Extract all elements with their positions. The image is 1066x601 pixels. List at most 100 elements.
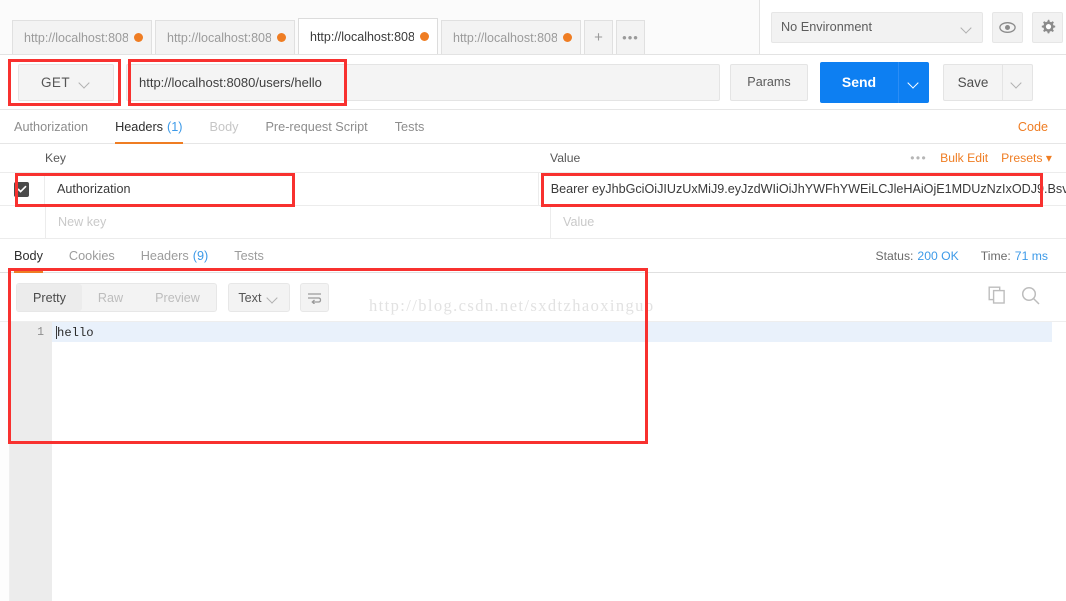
- search-icon: [1021, 286, 1040, 305]
- header-enabled-checkbox[interactable]: [14, 181, 30, 197]
- request-config-tabs: Authorization Headers (1) Body Pre-reque…: [0, 110, 1066, 144]
- headers-table-header: Key Value ••• Bulk Edit Presets ▾: [0, 144, 1066, 173]
- tab-label: Authorization: [14, 119, 89, 134]
- unsaved-dot-icon[interactable]: [134, 33, 143, 42]
- tab-count: (9): [192, 249, 209, 263]
- environment-bar: No Environment: [760, 0, 1066, 55]
- chevron-down-icon: [962, 24, 973, 31]
- tab-label: Pre-request Script: [265, 119, 368, 134]
- chevron-down-icon: [1012, 79, 1023, 86]
- response-tab-headers[interactable]: Headers (9): [141, 240, 208, 273]
- unsaved-dot-icon[interactable]: [420, 32, 429, 41]
- more-options-icon[interactable]: •••: [910, 151, 927, 165]
- response-format-select[interactable]: Text: [227, 283, 290, 312]
- view-preview-button[interactable]: Preview: [139, 284, 216, 311]
- request-tab-label: http://localhost:808: [24, 30, 128, 45]
- header-value-input[interactable]: Bearer eyJhbGciOiJIUzUxMiJ9.eyJzdWIiOiJh…: [537, 173, 1066, 205]
- request-tab-4[interactable]: http://localhost:808: [441, 20, 581, 54]
- code-link[interactable]: Code: [1018, 120, 1048, 134]
- response-actions: [988, 286, 1040, 310]
- tab-authorization[interactable]: Authorization: [14, 110, 88, 144]
- tab-body[interactable]: Body: [210, 110, 239, 144]
- word-wrap-button[interactable]: [299, 283, 329, 312]
- line-number-gutter: [10, 322, 52, 601]
- tab-tests[interactable]: Tests: [395, 110, 425, 144]
- word-wrap-icon: [307, 292, 322, 304]
- tab-label: Cookies: [68, 249, 115, 263]
- request-tab-3-active[interactable]: http://localhost:808: [298, 18, 438, 54]
- header-row-checkbox-cell: [0, 173, 44, 205]
- environment-quick-look-button[interactable]: [992, 11, 1023, 43]
- value-column-header: Value: [550, 151, 581, 165]
- request-tab-label: http://localhost:808: [310, 29, 414, 44]
- eye-icon: [999, 21, 1016, 33]
- response-view-segmented-control: Pretty Raw Preview: [16, 283, 217, 312]
- bulk-edit-link[interactable]: Bulk Edit: [940, 151, 988, 165]
- request-tab-2[interactable]: http://localhost:808: [155, 20, 295, 54]
- send-button[interactable]: Send: [820, 61, 898, 103]
- settings-button[interactable]: [1032, 11, 1063, 43]
- key-column-header: Key: [45, 151, 67, 165]
- http-method-label: GET: [41, 74, 70, 90]
- request-tab-label: http://localhost:808: [167, 30, 271, 45]
- status-badge: Status: 200 OK: [875, 249, 958, 263]
- postman-window: http://localhost:808 http://localhost:80…: [0, 0, 1066, 601]
- response-format-label: Text: [238, 290, 262, 305]
- time-label: Time:: [980, 249, 1011, 263]
- response-meta: Status: 200 OK Time: 71 ms: [875, 249, 1048, 263]
- request-tab-label: http://localhost:808: [453, 30, 557, 45]
- line-number: 1: [37, 326, 44, 339]
- watermark-text: http://blog.csdn.net/sxdtzhaoxinguo: [369, 296, 655, 315]
- request-tab-bar: http://localhost:808 http://localhost:80…: [0, 0, 760, 55]
- http-method-select[interactable]: GET: [18, 63, 114, 101]
- new-tab-button[interactable]: +: [584, 20, 613, 54]
- copy-icon: [988, 286, 1005, 304]
- search-button[interactable]: [1021, 286, 1040, 310]
- save-options-button[interactable]: [1003, 63, 1033, 101]
- chevron-down-icon: [80, 79, 91, 86]
- tab-label: Tests: [234, 249, 264, 263]
- gear-icon: [1041, 19, 1055, 34]
- status-label: Status:: [875, 249, 914, 263]
- tab-headers[interactable]: Headers (1): [115, 110, 184, 144]
- new-row-checkbox-cell: [0, 206, 45, 238]
- chevron-down-icon: [268, 294, 279, 301]
- tab-label: Tests: [394, 119, 425, 134]
- tab-label: Body: [14, 249, 43, 263]
- chevron-down-icon: [909, 79, 920, 86]
- view-pretty-button[interactable]: Pretty: [17, 284, 82, 311]
- unsaved-dot-icon[interactable]: [563, 33, 572, 42]
- request-url-input[interactable]: http://localhost:8080/users/hello: [126, 63, 720, 101]
- time-value: 71 ms: [1014, 249, 1048, 263]
- response-tab-body[interactable]: Body: [14, 240, 43, 273]
- new-header-key-input[interactable]: New key: [45, 206, 550, 238]
- environment-select[interactable]: No Environment: [771, 11, 983, 43]
- header-key-input[interactable]: Authorization: [43, 173, 538, 205]
- tab-label: Headers: [140, 249, 189, 263]
- save-button[interactable]: Save: [943, 63, 1003, 101]
- response-body-viewer[interactable]: 1 hello: [0, 321, 1066, 601]
- check-icon: [17, 185, 27, 193]
- tab-options-button[interactable]: •••: [616, 20, 645, 54]
- active-line-highlight: [52, 322, 1052, 342]
- tab-pre-request-script[interactable]: Pre-request Script: [265, 110, 367, 144]
- tab-label: Headers: [115, 119, 164, 134]
- header-row-authorization: Authorization Bearer eyJhbGciOiJIUzUxMiJ…: [0, 173, 1066, 206]
- request-url-row: GET http://localhost:8080/users/hello Pa…: [0, 55, 1066, 110]
- presets-dropdown[interactable]: Presets ▾: [1001, 151, 1052, 165]
- params-button[interactable]: Params: [730, 63, 808, 101]
- response-tab-tests[interactable]: Tests: [234, 240, 264, 273]
- response-tab-cookies[interactable]: Cookies: [69, 240, 115, 273]
- new-header-value-input[interactable]: Value: [550, 206, 1066, 238]
- unsaved-dot-icon[interactable]: [277, 33, 286, 42]
- environment-selected-label: No Environment: [781, 20, 872, 34]
- send-button-group: Send: [820, 61, 929, 103]
- request-tab-1[interactable]: http://localhost:808: [12, 20, 152, 54]
- response-tabs: Body Cookies Headers (9) Tests Status: 20…: [0, 240, 1066, 273]
- copy-button[interactable]: [988, 286, 1006, 309]
- tab-count: (1): [167, 119, 183, 134]
- send-options-button[interactable]: [898, 61, 929, 103]
- viewer-left-edge: [0, 322, 10, 601]
- view-raw-button[interactable]: Raw: [82, 284, 139, 311]
- status-value: 200 OK: [917, 249, 959, 263]
